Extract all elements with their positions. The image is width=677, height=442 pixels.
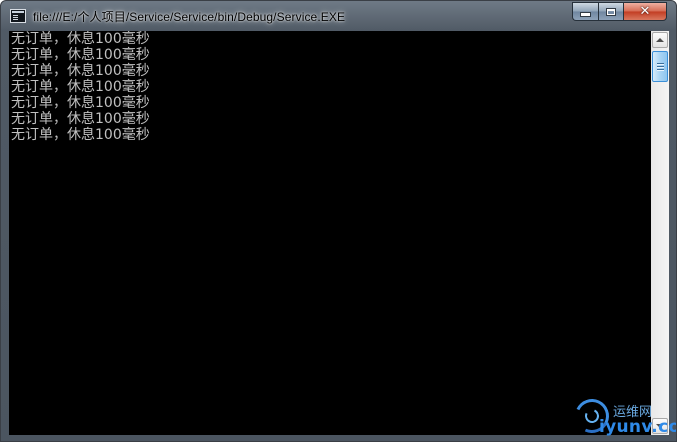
console-line: 无订单，休息100毫秒 [11,31,150,47]
maximize-button[interactable] [598,2,623,21]
console-line: 无订单，休息100毫秒 [11,79,150,95]
console-app-icon[interactable] [10,9,26,23]
close-button[interactable]: ✕ [623,2,667,21]
grip-line-icon [656,66,664,67]
window-controls: ✕ [572,2,667,21]
console-line: 无订单，休息100毫秒 [11,95,150,111]
close-icon: ✕ [639,4,651,19]
grip-line-icon [656,69,664,70]
console-output[interactable]: 无订单，休息100毫秒 无订单，休息100毫秒 无订单，休息100毫秒 无订单，… [9,31,651,435]
console-line: 无订单，休息100毫秒 [11,47,150,63]
arrow-up-icon [656,38,664,42]
console-line: 无订单，休息100毫秒 [11,127,150,143]
console-client-area: 无订单，休息100毫秒 无订单，休息100毫秒 无订单，休息100毫秒 无订单，… [9,31,669,435]
maximize-icon [606,7,616,16]
scroll-thumb[interactable] [652,51,668,82]
vertical-scrollbar[interactable] [651,31,669,435]
minimize-button[interactable] [572,2,598,21]
console-window: file:///E:/个人项目/Service/Service/bin/Debu… [0,0,677,442]
title-bar[interactable]: file:///E:/个人项目/Service/Service/bin/Debu… [1,1,676,31]
minimize-icon [580,12,591,17]
arrow-down-icon [656,424,664,428]
grip-line-icon [656,63,664,64]
scroll-up-button[interactable] [652,32,668,48]
window-title: file:///E:/个人项目/Service/Service/bin/Debu… [33,10,346,24]
scroll-down-button[interactable] [652,418,668,434]
console-line: 无订单，休息100毫秒 [11,63,150,79]
console-line: 无订单，休息100毫秒 [11,111,150,127]
